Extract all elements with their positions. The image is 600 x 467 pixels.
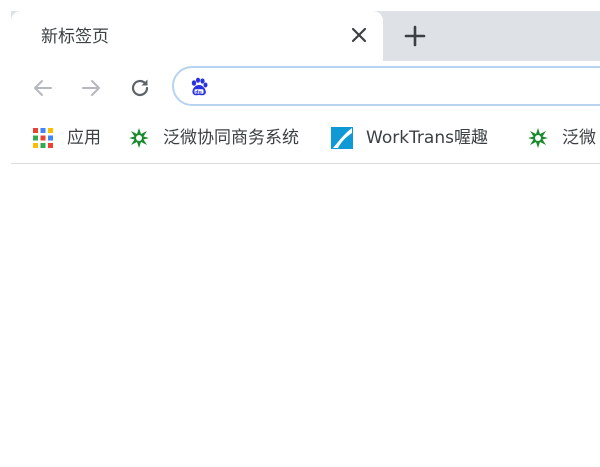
close-icon[interactable] xyxy=(348,24,370,46)
tab-title: 新标签页 xyxy=(41,27,109,47)
arrow-right-icon[interactable] xyxy=(78,75,104,101)
bookmark-label: WorkTrans喔趣 xyxy=(366,128,488,148)
apps-grid-icon xyxy=(32,127,54,149)
weaver-logo-icon xyxy=(527,127,549,149)
svg-text:du: du xyxy=(195,89,202,95)
plus-icon[interactable] xyxy=(401,22,429,50)
arrow-left-icon[interactable] xyxy=(30,75,56,101)
baidu-paw-icon: du xyxy=(188,76,210,98)
bookmarks-bar: 应用 泛微协同商务系统 WorkTrans喔趣 泛微 xyxy=(11,114,600,164)
toolbar: du xyxy=(11,62,600,114)
omnibox-input[interactable] xyxy=(220,74,600,100)
bookmark-label: 泛微协同商务系统 xyxy=(163,128,299,148)
bookmark-label: 应用 xyxy=(67,128,101,148)
browser-window: 新标签页 du 应用 泛微协同商务系统 WorkTrans喔趣 泛微 xyxy=(0,0,600,467)
weaver-logo-icon xyxy=(128,127,150,149)
bookmark-label: 泛微 xyxy=(562,128,596,148)
address-bar[interactable]: du xyxy=(172,66,600,106)
worktrans-logo-icon xyxy=(331,127,353,149)
tab-new-tab[interactable]: 新标签页 xyxy=(11,11,383,62)
reload-icon[interactable] xyxy=(127,75,153,101)
page-content xyxy=(0,164,600,467)
